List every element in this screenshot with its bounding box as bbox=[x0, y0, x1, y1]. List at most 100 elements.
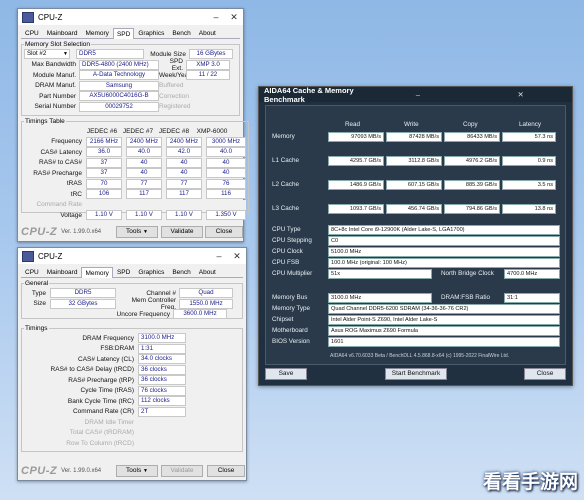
part-number-label: Part Number bbox=[39, 92, 76, 100]
close-button[interactable]: Close bbox=[205, 226, 243, 238]
tab-cpu[interactable]: CPU bbox=[21, 27, 43, 38]
close-icon[interactable]: ✕ bbox=[469, 90, 572, 99]
memory-timing-row: Total CAS# (tRDRAM) bbox=[24, 427, 240, 439]
timings-group: Timings DRAM Frequency 3100.0 MHz FSB:DRAM… bbox=[21, 325, 243, 452]
part-number-value: AX5U6000C4016G-B bbox=[79, 91, 159, 102]
tab-bar: CPU Mainboard Memory SPD Graphics Bench … bbox=[21, 27, 240, 39]
spd-ext-value: XMP 3.0 bbox=[186, 59, 230, 70]
close-button[interactable]: Close bbox=[207, 465, 245, 477]
tab-mainboard[interactable]: Mainboard bbox=[43, 27, 82, 38]
week-year-value: 11 / 22 bbox=[186, 70, 230, 81]
close-button[interactable]: Close bbox=[524, 368, 566, 380]
tab-memory[interactable]: Memory bbox=[81, 267, 113, 278]
timing-row-label: Frequency bbox=[51, 138, 82, 146]
benchmark-value: 0.9 ns bbox=[502, 156, 556, 166]
memory-timing-label: Cycle Time (tRAS) bbox=[80, 387, 134, 395]
tab-bench[interactable]: Bench bbox=[168, 27, 194, 38]
dram-manuf-label: DRAM Manuf. bbox=[35, 82, 76, 90]
memory-bus-label: Memory Bus bbox=[272, 294, 308, 301]
timing-row: Command Rate bbox=[24, 199, 246, 211]
validate-button[interactable]: Validate bbox=[161, 465, 203, 477]
slot-select-value: Slot #2 bbox=[27, 50, 47, 58]
col-header-write: Write bbox=[404, 121, 419, 128]
size-value: 32 GBytes bbox=[50, 298, 116, 309]
slot-select[interactable]: Slot #2 ▼ bbox=[24, 49, 70, 60]
window-title: CPU-Z bbox=[38, 251, 63, 261]
minimize-icon[interactable]: – bbox=[210, 251, 228, 261]
tools-button[interactable]: Tools ▼ bbox=[116, 465, 158, 477]
timing-cell: 40 bbox=[126, 157, 162, 168]
timing-rows: Frequency 2166 MHz 2400 MHz 2400 MHz 3000 MH… bbox=[24, 136, 246, 221]
aida64-body: Read Write Copy Latency Memory 97093 MB/s… bbox=[265, 105, 566, 365]
timing-row-label: RAS# Precharge bbox=[33, 169, 82, 177]
timing-cell: 2166 MHz bbox=[86, 136, 122, 147]
cpu-stepping-label: CPU Stepping bbox=[272, 237, 312, 244]
size-label: Size bbox=[33, 300, 46, 308]
type-label: Type bbox=[31, 289, 46, 297]
memory-timing-row: RAS# Precharge (tRP) 36 clocks bbox=[24, 375, 240, 386]
memory-timing-label: Command Rate (CR) bbox=[72, 408, 134, 416]
validate-button[interactable]: Validate bbox=[161, 226, 203, 238]
close-icon[interactable]: ✕ bbox=[225, 12, 243, 23]
memory-timing-label: CAS# Latency (CL) bbox=[78, 355, 134, 363]
chipset-label: Chipset bbox=[272, 316, 294, 323]
tab-about[interactable]: About bbox=[195, 266, 220, 277]
minimize-icon[interactable]: – bbox=[367, 90, 470, 99]
aida64-title: AIDA64 Cache & Memory Benchmark bbox=[264, 85, 354, 104]
tab-cpu[interactable]: CPU bbox=[21, 266, 43, 277]
benchmark-row-label: Memory bbox=[272, 133, 295, 140]
tools-label: Tools bbox=[126, 228, 142, 235]
timing-row-label: tRAS bbox=[66, 180, 82, 188]
tab-graphics[interactable]: Graphics bbox=[134, 266, 168, 277]
col-header-latency: Latency bbox=[519, 121, 542, 128]
tab-about[interactable]: About bbox=[195, 27, 220, 38]
slot-type: DDR5 bbox=[76, 49, 144, 60]
save-button[interactable]: Save bbox=[265, 368, 307, 380]
tab-spd[interactable]: SPD bbox=[112, 28, 135, 39]
timing-cell: 1.10 V bbox=[86, 210, 122, 221]
benchmark-value: 3112.8 GB/s bbox=[386, 156, 442, 166]
aida64-footer-text: AIDA64 v6.70.6033 Beta / BenchDLL 4.5.86… bbox=[330, 353, 510, 359]
col-header-copy: Copy bbox=[463, 121, 478, 128]
tab-spd[interactable]: SPD bbox=[113, 266, 134, 277]
memory-timing-value: 112 clocks bbox=[138, 396, 186, 407]
cpuz-logo: CPU-Z bbox=[21, 465, 58, 477]
window-title: CPU-Z bbox=[38, 12, 63, 22]
aida64-titlebar[interactable]: AIDA64 Cache & Memory Benchmark – ✕ bbox=[259, 85, 572, 104]
cpu-stepping-value: C0 bbox=[328, 236, 560, 246]
tab-memory[interactable]: Memory bbox=[81, 27, 112, 38]
tab-mainboard[interactable]: Mainboard bbox=[43, 266, 82, 277]
timing-cell: 37 bbox=[86, 168, 122, 179]
module-size-value: 16 GBytes bbox=[189, 49, 233, 60]
cpu-clock-label: CPU Clock bbox=[272, 248, 303, 255]
benchmark-value: 456.74 GB/s bbox=[386, 204, 442, 214]
aida64-benchmark-window: AIDA64 Cache & Memory Benchmark – ✕ Read… bbox=[258, 86, 573, 386]
start-benchmark-button[interactable]: Start Benchmark bbox=[385, 368, 447, 380]
cpuz-memory-titlebar[interactable]: CPU-Z – ✕ bbox=[18, 248, 246, 264]
tools-button[interactable]: Tools ▼ bbox=[116, 226, 158, 238]
timing-cell: 3000 MHz bbox=[206, 136, 246, 147]
module-manuf-label: Module Manuf. bbox=[33, 71, 76, 79]
jedec-7-header: JEDEC #7 bbox=[122, 127, 154, 135]
chevron-down-icon: ▼ bbox=[143, 468, 148, 474]
tab-bar: CPU Mainboard Memory SPD Graphics Bench … bbox=[21, 266, 243, 278]
close-icon[interactable]: ✕ bbox=[228, 251, 246, 262]
timing-cell: 40 bbox=[166, 168, 202, 179]
memory-timing-row: CAS# Latency (CL) 34.0 clocks bbox=[24, 354, 240, 365]
benchmark-value: 4295.7 GB/s bbox=[328, 156, 384, 166]
timing-cell: 36.0 bbox=[86, 147, 122, 158]
cpuz-spd-titlebar[interactable]: CPU-Z – ✕ bbox=[18, 9, 243, 25]
minimize-icon[interactable]: – bbox=[207, 12, 225, 22]
tab-bench[interactable]: Bench bbox=[168, 266, 194, 277]
memory-timing-value bbox=[138, 417, 186, 428]
motherboard-label: Motherboard bbox=[272, 327, 308, 334]
uncore-frequency-label: Uncore Frequency bbox=[116, 310, 170, 318]
benchmark-value: 885.39 GB/s bbox=[444, 180, 500, 190]
jedec-6-header: JEDEC #6 bbox=[86, 127, 118, 135]
timing-cell: 37 bbox=[86, 157, 122, 168]
memory-timing-row: FSB:DRAM 1:31 bbox=[24, 343, 240, 355]
memory-timing-label: RAS# to CAS# Delay (tRCD) bbox=[50, 366, 134, 374]
tab-graphics[interactable]: Graphics bbox=[134, 27, 168, 38]
benchmark-value: 607.15 GB/s bbox=[386, 180, 442, 190]
site-watermark: 看看手游网 bbox=[482, 471, 578, 493]
